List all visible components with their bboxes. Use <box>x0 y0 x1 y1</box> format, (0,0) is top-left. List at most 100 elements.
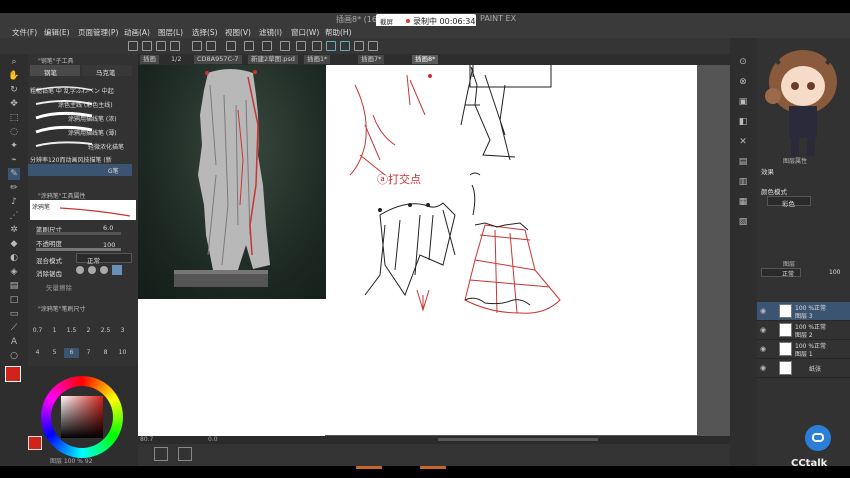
color-wheel[interactable] <box>41 376 123 458</box>
zoom-value[interactable]: 80.7 <box>140 436 153 443</box>
gradient-icon[interactable]: ▤ <box>8 280 20 292</box>
navigator-icon[interactable]: ⊙ <box>737 56 749 68</box>
size-cell[interactable]: 5 <box>47 348 62 358</box>
asset-icon[interactable]: ▧ <box>737 216 749 228</box>
eye-icon[interactable]: ◉ <box>760 307 768 315</box>
deselect-icon[interactable] <box>280 41 290 51</box>
blend-icon[interactable]: ◐ <box>8 252 20 264</box>
sub-view-icon[interactable]: ⊗ <box>737 76 749 88</box>
rotate-icon[interactable]: ↻ <box>8 84 20 96</box>
size-cell[interactable]: 8 <box>98 348 113 358</box>
size-cell[interactable]: 1 <box>47 326 62 336</box>
property-icon[interactable]: ✕ <box>737 136 749 148</box>
size-cell[interactable]: 7 <box>81 348 96 358</box>
balloon-icon[interactable]: ○ <box>8 350 20 362</box>
eyedropper-icon[interactable]: ⌁ <box>8 154 20 166</box>
decoration-icon[interactable]: ✲ <box>8 224 20 236</box>
tab-pen[interactable]: 钢笔 <box>30 65 80 77</box>
menu-window[interactable]: 窗口(W) <box>291 27 319 38</box>
menu-animation[interactable]: 动画(A) <box>124 27 150 38</box>
size-cell[interactable]: 1.5 <box>64 326 79 336</box>
layer-blend-select[interactable]: 正常 <box>761 268 801 278</box>
eye-icon[interactable]: ◉ <box>760 326 768 334</box>
menu-layer[interactable]: 图层(L) <box>158 27 183 38</box>
history-icon[interactable]: ◧ <box>737 116 749 128</box>
redo-icon[interactable] <box>206 41 216 51</box>
horizontal-scrollbar[interactable] <box>438 438 598 441</box>
aa-none-option[interactable] <box>76 266 84 274</box>
view-icon[interactable] <box>178 447 192 461</box>
main-color-swatch[interactable] <box>5 366 21 382</box>
menu-page[interactable]: 页面管理(P) <box>78 27 118 38</box>
tab-document-active[interactable]: 插画8* <box>412 55 439 64</box>
angle-value[interactable]: 0.0 <box>208 436 218 443</box>
tab-document[interactable]: 插画 <box>140 55 159 64</box>
menu-select[interactable]: 选择(S) <box>192 27 218 38</box>
new-file-icon[interactable] <box>128 41 138 51</box>
eye-icon[interactable]: ◉ <box>760 345 768 353</box>
move-icon[interactable]: ✥ <box>8 98 20 110</box>
ruler-tool-icon[interactable]: ⟋ <box>8 322 20 334</box>
select-icon[interactable]: ⬚ <box>8 112 20 124</box>
zoom-icon[interactable]: ⌕ <box>8 56 20 68</box>
snap-icon[interactable] <box>340 41 350 51</box>
tab-document[interactable]: 新建2草图.psd <box>248 55 298 64</box>
timeline-icon[interactable]: ▥ <box>737 176 749 188</box>
menu-filter[interactable]: 滤镜(I) <box>259 27 282 38</box>
pencil-icon[interactable]: ✏ <box>8 182 20 194</box>
layer-row[interactable]: ◉ 100 %正常 图层 1 <box>757 340 850 359</box>
text-icon[interactable]: A <box>8 336 20 348</box>
size-cell[interactable]: 2.5 <box>98 326 113 336</box>
open-file-icon[interactable] <box>142 41 152 51</box>
menu-help[interactable]: 帮助(H) <box>325 27 352 38</box>
layer-opacity-value[interactable]: 100 <box>829 269 840 276</box>
search-layer-icon[interactable]: ▤ <box>737 156 749 168</box>
brush-icon[interactable]: ♪ <box>8 196 20 208</box>
lasso-icon[interactable]: ◌ <box>8 126 20 138</box>
chat-bubble-icon[interactable] <box>805 425 831 451</box>
layer-row-paper[interactable]: ◉ 纸张 <box>757 359 850 378</box>
loading-icon[interactable] <box>226 41 236 51</box>
size-value[interactable]: 6.0 <box>103 224 113 232</box>
crop-icon[interactable] <box>296 41 306 51</box>
tab-document[interactable]: 插画7* <box>358 55 385 64</box>
help-icon[interactable] <box>368 41 378 51</box>
layer-row[interactable]: ◉ 100 %正常 图层 2 <box>757 321 850 340</box>
frame-icon[interactable]: ▭ <box>8 308 20 320</box>
eye-icon[interactable]: ◉ <box>760 364 768 372</box>
size-cell[interactable]: 3 <box>115 326 130 336</box>
fill-bucket-icon[interactable]: ◈ <box>8 266 20 278</box>
blend-select[interactable]: 正常 <box>76 253 132 265</box>
transform-icon[interactable] <box>262 41 272 51</box>
menu-view[interactable]: 视图(V) <box>225 27 251 38</box>
fg-color-icon[interactable] <box>28 436 42 450</box>
fill-icon[interactable] <box>312 41 322 51</box>
menu-edit[interactable]: 编辑(E) <box>44 27 70 38</box>
pen-ruler-icon[interactable] <box>326 41 336 51</box>
tab-document[interactable]: 插画1* <box>304 55 331 64</box>
aa-mid-option[interactable] <box>100 266 108 274</box>
color-square[interactable] <box>61 396 103 438</box>
layout-icon[interactable] <box>154 447 168 461</box>
color-mode-select[interactable]: 彩色 <box>767 196 811 208</box>
tab-document[interactable]: CD8A957C-7 <box>194 55 242 64</box>
opacity-slider[interactable] <box>36 248 121 251</box>
size-cell[interactable]: 10 <box>115 348 130 358</box>
magic-wand-icon[interactable]: ✦ <box>8 140 20 152</box>
size-cell[interactable]: 0.7 <box>30 326 45 336</box>
tab-marker[interactable]: 马克笔 <box>82 65 132 77</box>
size-cell-selected[interactable]: 6 <box>64 348 79 358</box>
drawing-paper[interactable]: ⓐ打交点 <box>325 65 697 435</box>
size-slider[interactable] <box>36 232 121 235</box>
print-icon[interactable] <box>170 41 180 51</box>
eraser-icon[interactable]: ◆ <box>8 238 20 250</box>
tool-info-icon[interactable]: ▦ <box>737 196 749 208</box>
menu-file[interactable]: 文件(F) <box>12 27 37 38</box>
layer-row[interactable]: ◉ 100 %正常 图层 3 <box>757 302 850 321</box>
save-icon[interactable] <box>156 41 166 51</box>
size-cell[interactable]: 4 <box>30 348 45 358</box>
airbrush-icon[interactable]: ⋰ <box>8 210 20 222</box>
figure-icon[interactable]: □ <box>8 294 20 306</box>
ruler-icon[interactable] <box>354 41 364 51</box>
clear-icon[interactable] <box>244 41 254 51</box>
